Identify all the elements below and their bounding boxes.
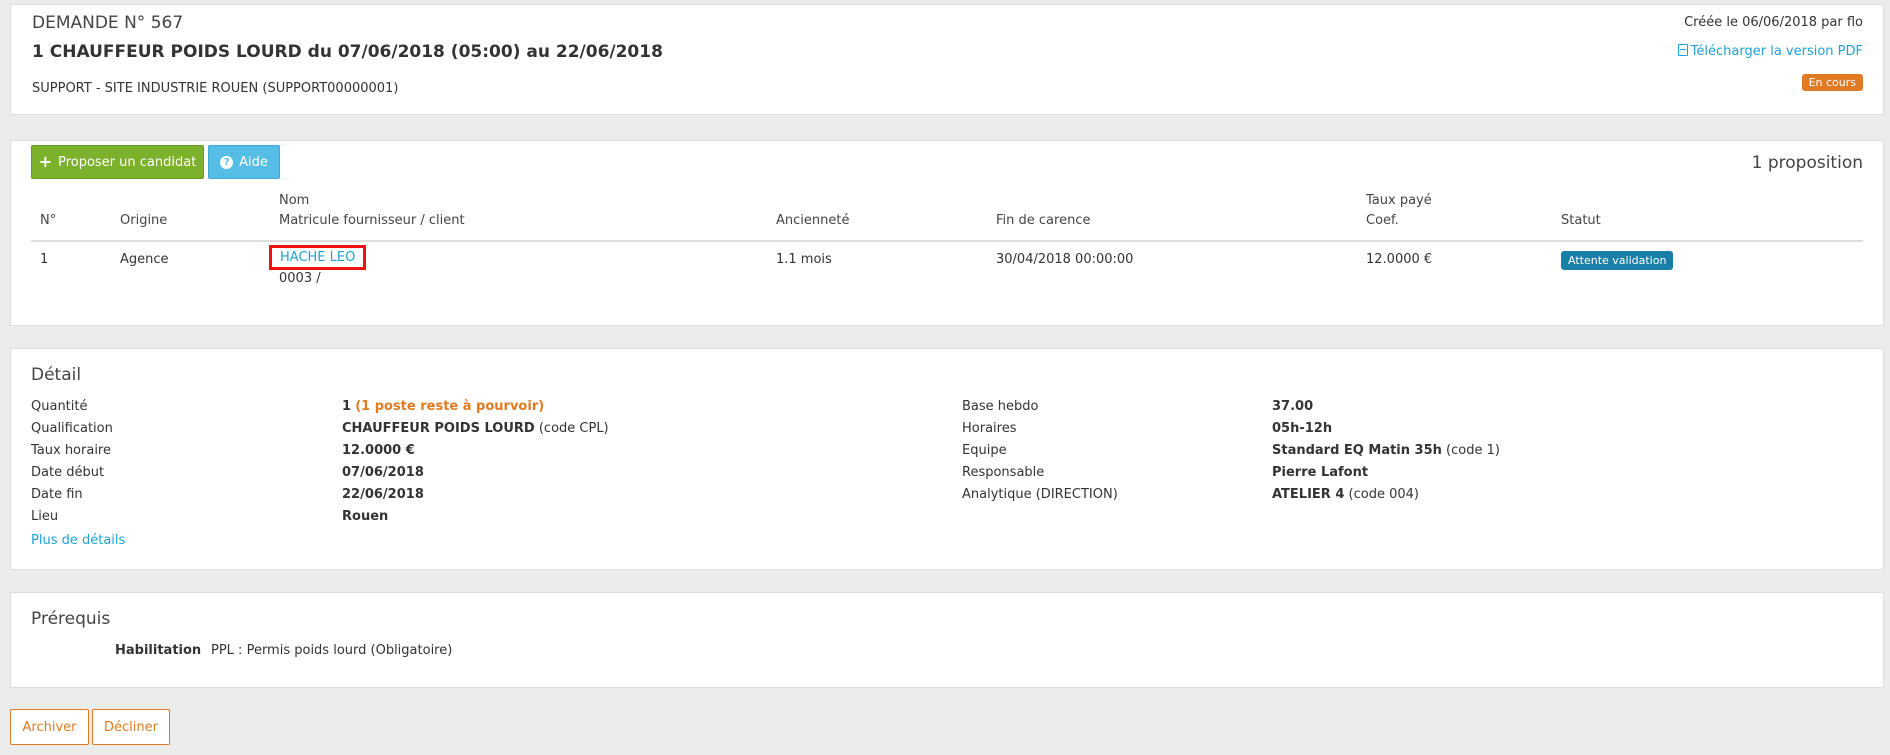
plus-icon: +: [38, 152, 53, 171]
prerequisites-panel: Prérequis Habilitation PPL : Permis poid…: [10, 592, 1884, 688]
cell-end-grace: 30/04/2018 00:00:00: [996, 252, 1134, 267]
col-header-status: Statut: [1561, 213, 1601, 228]
detail-value-end-date: 22/06/2018: [342, 487, 424, 502]
col-header-origin: Origine: [120, 213, 168, 228]
detail-label: Lieu: [31, 509, 59, 524]
detail-label: Base hebdo: [962, 399, 1039, 414]
help-label: Aide: [239, 154, 268, 170]
cell-matricule: 0003 /: [279, 271, 321, 286]
detail-title: Détail: [31, 365, 82, 385]
col-header-matricule: Matricule fournisseur / client: [279, 213, 465, 228]
prerequisite-value: PPL : Permis poids lourd (Obligatoire): [211, 643, 453, 658]
detail-panel: Détail Quantité 1 (1 poste reste à pourv…: [10, 348, 1884, 570]
download-pdf-link[interactable]: Télécharger la version PDF: [1677, 44, 1863, 59]
pdf-file-icon: [1677, 44, 1688, 56]
col-header-coef: Coef.: [1366, 213, 1399, 228]
cell-rate: 12.0000 €: [1366, 252, 1433, 267]
propose-candidate-label: Proposer un candidat: [58, 154, 197, 170]
detail-value-quantity: 1 (1 poste reste à pourvoir): [342, 399, 545, 414]
detail-value-team: Standard EQ Matin 35h (code 1): [1272, 443, 1500, 458]
propositions-count: 1 proposition: [1751, 153, 1863, 173]
archive-button[interactable]: Archiver: [10, 709, 89, 745]
detail-label: Date fin: [31, 487, 83, 502]
demand-number: DEMANDE N° 567: [32, 13, 184, 33]
detail-value-location: Rouen: [342, 509, 389, 524]
detail-value-manager: Pierre Lafont: [1272, 465, 1369, 480]
download-pdf-label: Télécharger la version PDF: [1690, 44, 1863, 59]
candidate-name-link[interactable]: HACHE LEO: [269, 245, 367, 270]
detail-label: Responsable: [962, 465, 1045, 480]
detail-label: Horaires: [962, 421, 1017, 436]
demand-header-panel: DEMANDE N° 567 1 CHAUFFEUR POIDS LOURD d…: [10, 4, 1884, 115]
col-header-seniority: Ancienneté: [776, 213, 850, 228]
col-header-num: N°: [40, 213, 57, 228]
prerequisites-title: Prérequis: [31, 609, 111, 629]
question-circle-icon: ?: [220, 155, 234, 169]
decline-button[interactable]: Décliner: [92, 709, 170, 745]
detail-label: Taux horaire: [31, 443, 111, 458]
proposal-status-badge: Attente validation: [1561, 251, 1674, 270]
detail-label: Qualification: [31, 421, 113, 436]
cell-seniority: 1.1 mois: [776, 252, 832, 267]
prerequisite-label: Habilitation: [115, 643, 202, 658]
cell-origin: Agence: [120, 252, 169, 267]
detail-value-start-date: 07/06/2018: [342, 465, 424, 480]
status-badge: En cours: [1801, 74, 1863, 91]
created-info: Créée le 06/06/2018 par flo: [1684, 15, 1863, 30]
col-header-rate: Taux payé: [1366, 193, 1432, 208]
demand-title: 1 CHAUFFEUR POIDS LOURD du 07/06/2018 (0…: [32, 42, 663, 62]
help-button[interactable]: ? Aide: [208, 145, 280, 179]
demand-client: SUPPORT - SITE INDUSTRIE ROUEN (SUPPORT0…: [32, 81, 399, 96]
col-header-end-grace: Fin de carence: [996, 213, 1091, 228]
more-details-link[interactable]: Plus de détails: [31, 533, 125, 548]
detail-value-hourly-rate: 12.0000 €: [342, 443, 415, 458]
detail-value-analytics: ATELIER 4 (code 004): [1272, 487, 1419, 502]
detail-value-schedule: 05h-12h: [1272, 421, 1333, 436]
propositions-panel: + Proposer un candidat ? Aide 1 proposit…: [10, 140, 1884, 326]
detail-label: Analytique (DIRECTION): [962, 487, 1118, 502]
detail-label: Equipe: [962, 443, 1007, 458]
detail-label: Date début: [31, 465, 105, 480]
table-header-divider: [31, 240, 1863, 242]
detail-value-weekly-base: 37.00: [1272, 399, 1314, 414]
propose-candidate-button[interactable]: + Proposer un candidat: [31, 145, 204, 179]
col-header-name: Nom: [279, 193, 310, 208]
detail-label: Quantité: [31, 399, 88, 414]
detail-value-qualification: CHAUFFEUR POIDS LOURD (code CPL): [342, 421, 609, 436]
cell-num: 1: [40, 252, 49, 267]
